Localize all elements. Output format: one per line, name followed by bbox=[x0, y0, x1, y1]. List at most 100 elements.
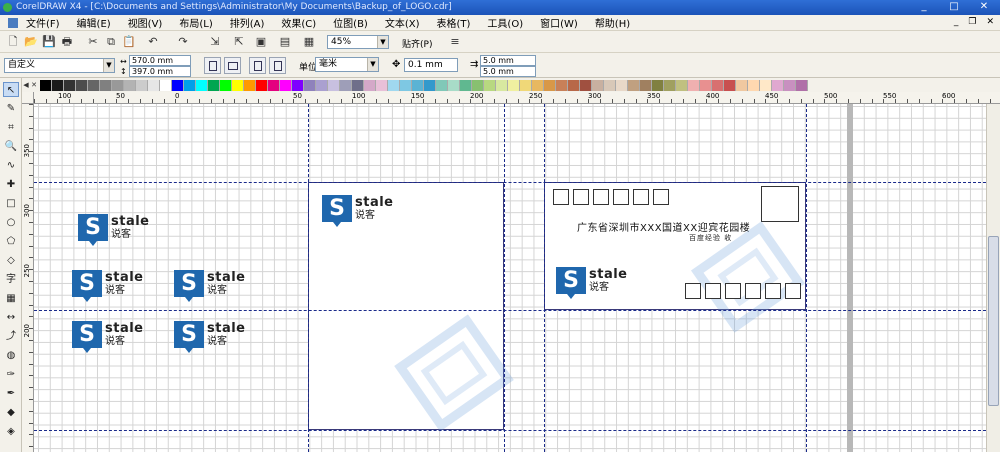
color-swatch[interactable] bbox=[724, 79, 736, 91]
crop-tool-icon[interactable]: ⌗ bbox=[3, 120, 19, 135]
doc-restore-icon[interactable]: ❐ bbox=[968, 17, 976, 27]
guide-line-v[interactable] bbox=[544, 104, 545, 452]
undo-icon[interactable]: ↶ bbox=[146, 35, 160, 49]
color-swatch[interactable] bbox=[328, 79, 340, 91]
color-swatch[interactable] bbox=[268, 79, 280, 91]
color-swatch[interactable] bbox=[172, 79, 184, 91]
color-swatch[interactable] bbox=[700, 79, 712, 91]
color-swatch[interactable] bbox=[184, 79, 196, 91]
color-swatch[interactable] bbox=[736, 79, 748, 91]
nudge-distance-field[interactable]: 0.1 mm bbox=[404, 58, 458, 72]
outline-tool-icon[interactable]: ✒ bbox=[3, 386, 19, 401]
freehand-tool-icon[interactable]: ∿ bbox=[3, 158, 19, 173]
basic-shapes-tool-icon[interactable]: ◇ bbox=[3, 253, 19, 268]
color-swatch[interactable] bbox=[304, 79, 316, 91]
cut-icon[interactable]: ✂ bbox=[86, 35, 100, 49]
color-swatch[interactable] bbox=[280, 79, 292, 91]
color-swatch[interactable] bbox=[664, 79, 676, 91]
page-width-field[interactable]: 570.0 mm bbox=[129, 55, 191, 66]
paste-icon[interactable]: 📋 bbox=[122, 35, 136, 49]
color-swatch[interactable] bbox=[532, 79, 544, 91]
color-swatch[interactable] bbox=[232, 79, 244, 91]
color-swatch[interactable] bbox=[784, 79, 796, 91]
color-swatch[interactable] bbox=[160, 79, 172, 91]
menu-tools[interactable]: 工具(O) bbox=[487, 15, 523, 30]
stale-logo[interactable]: S stale 说客 bbox=[72, 321, 144, 353]
color-swatch[interactable] bbox=[412, 79, 424, 91]
color-swatch[interactable] bbox=[520, 79, 532, 91]
color-swatch[interactable] bbox=[628, 79, 640, 91]
color-swatch[interactable] bbox=[100, 79, 112, 91]
print-icon[interactable]: 🖶 bbox=[60, 35, 74, 49]
color-swatch[interactable] bbox=[136, 79, 148, 91]
color-swatch[interactable] bbox=[544, 79, 556, 91]
menu-view[interactable]: 视图(V) bbox=[128, 15, 163, 30]
color-swatch[interactable] bbox=[712, 79, 724, 91]
color-swatch[interactable] bbox=[772, 79, 784, 91]
fill-tool-icon[interactable]: ◆ bbox=[3, 405, 19, 420]
color-swatch[interactable] bbox=[40, 79, 52, 91]
menu-window[interactable]: 窗口(W) bbox=[540, 15, 578, 30]
stale-logo[interactable]: S stale 说客 bbox=[322, 195, 394, 227]
close-button[interactable]: ✕ bbox=[970, 1, 998, 13]
color-swatch[interactable] bbox=[508, 79, 520, 91]
drawing-canvas[interactable]: 广东省深圳市XXX国道XX迎宾花园楼 百度经验 收 S stale 说客 S st… bbox=[34, 104, 986, 452]
stale-logo[interactable]: S stale 说客 bbox=[556, 267, 628, 299]
pick-tool-icon[interactable]: ↖ bbox=[3, 82, 19, 97]
dimension-tool-icon[interactable]: ↔ bbox=[3, 310, 19, 325]
menu-table[interactable]: 表格(T) bbox=[437, 15, 471, 30]
color-swatch[interactable] bbox=[400, 79, 412, 91]
color-swatch[interactable] bbox=[352, 79, 364, 91]
guide-line-h[interactable] bbox=[34, 310, 986, 311]
copy-icon[interactable]: ⧉ bbox=[104, 35, 118, 49]
color-swatch[interactable] bbox=[484, 79, 496, 91]
duplicate-y-field[interactable]: 5.0 mm bbox=[480, 66, 536, 77]
vertical-scrollbar[interactable] bbox=[986, 104, 1000, 452]
color-swatch[interactable] bbox=[616, 79, 628, 91]
doc-close-icon[interactable]: ✕ bbox=[986, 17, 994, 27]
units-select[interactable]: 毫米 ▼ bbox=[315, 57, 379, 72]
smart-fill-tool-icon[interactable]: ✚ bbox=[3, 177, 19, 192]
text-tool-icon[interactable]: 字 bbox=[3, 272, 19, 287]
ruler-origin[interactable] bbox=[22, 92, 34, 104]
horizontal-ruler[interactable]: 100 50 0 50 100 150 200 250 300 350 400 450 500 550 60… bbox=[22, 92, 1000, 104]
zoom-tool-icon[interactable]: 🔍 bbox=[3, 139, 19, 154]
guide-line-h[interactable] bbox=[34, 182, 986, 183]
menu-edit[interactable]: 编辑(E) bbox=[77, 15, 111, 30]
eyedropper-tool-icon[interactable]: ✑ bbox=[3, 367, 19, 382]
color-swatch[interactable] bbox=[652, 79, 664, 91]
corel-online-icon[interactable]: ▦ bbox=[302, 35, 316, 49]
color-swatch[interactable] bbox=[52, 79, 64, 91]
rectangle-tool-icon[interactable]: □ bbox=[3, 196, 19, 211]
guide-line-v[interactable] bbox=[308, 104, 309, 452]
duplicate-x-field[interactable]: 5.0 mm bbox=[480, 55, 536, 66]
color-swatch[interactable] bbox=[748, 79, 760, 91]
color-swatch[interactable] bbox=[244, 79, 256, 91]
color-swatch[interactable] bbox=[112, 79, 124, 91]
menu-effects[interactable]: 效果(C) bbox=[281, 15, 316, 30]
maximize-button[interactable]: □ bbox=[940, 1, 968, 13]
all-pages-button[interactable] bbox=[249, 57, 266, 74]
menu-arrange[interactable]: 排列(A) bbox=[230, 15, 265, 30]
vertical-ruler[interactable]: 350 300 250 200 bbox=[22, 104, 34, 452]
color-swatch[interactable] bbox=[460, 79, 472, 91]
connector-tool-icon[interactable]: ⤴ bbox=[3, 329, 19, 344]
ellipse-tool-icon[interactable]: ○ bbox=[3, 215, 19, 230]
color-swatch[interactable] bbox=[760, 79, 772, 91]
color-swatch[interactable] bbox=[124, 79, 136, 91]
color-swatch[interactable] bbox=[340, 79, 352, 91]
menu-layout[interactable]: 布局(L) bbox=[179, 15, 212, 30]
redo-icon[interactable]: ↷ bbox=[176, 35, 190, 49]
guide-line-v[interactable] bbox=[806, 104, 807, 452]
import-icon[interactable]: ⇲ bbox=[208, 35, 222, 49]
export-icon[interactable]: ⇱ bbox=[232, 35, 246, 49]
open-icon[interactable]: 📂 bbox=[24, 35, 38, 49]
color-swatch[interactable] bbox=[436, 79, 448, 91]
color-swatch[interactable] bbox=[688, 79, 700, 91]
zoom-level-select[interactable]: 45% ▼ bbox=[327, 35, 389, 49]
color-swatch[interactable] bbox=[592, 79, 604, 91]
color-swatch[interactable] bbox=[640, 79, 652, 91]
no-fill-swatch[interactable]: ✕ bbox=[30, 79, 38, 91]
menu-file[interactable]: 文件(F) bbox=[26, 15, 60, 30]
shape-tool-icon[interactable]: ✎ bbox=[3, 101, 19, 116]
